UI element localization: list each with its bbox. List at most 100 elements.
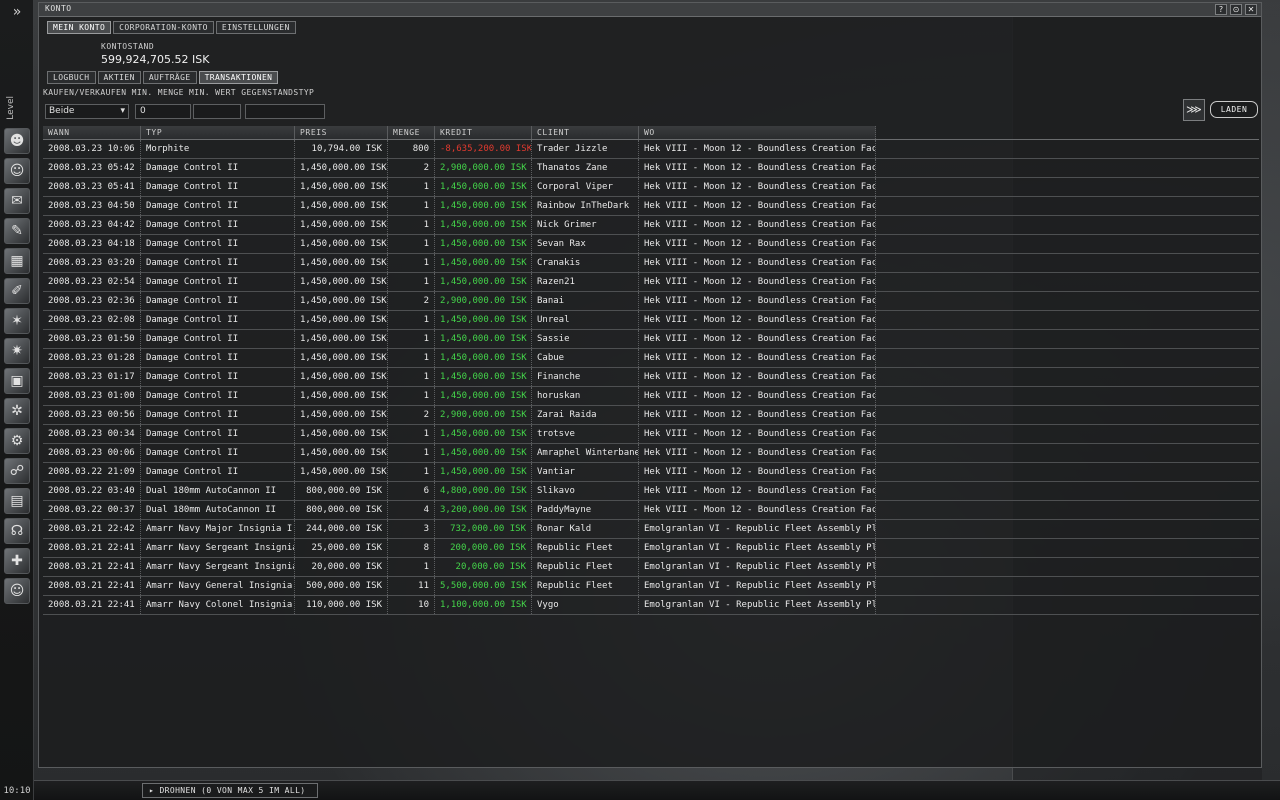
cell-credit: 4,800,000.00 ISK (435, 482, 532, 500)
cell-type: Dual 180mm AutoCannon II (141, 482, 295, 500)
table-row[interactable]: 2008.03.21 22:42 Amarr Navy Major Insigni… (43, 520, 1259, 539)
journal-icon[interactable]: ✐ (4, 278, 30, 304)
map-icon[interactable]: ▦ (4, 248, 30, 274)
column-header-client[interactable]: CLIENT (532, 126, 639, 139)
table-row[interactable]: 2008.03.23 01:50 Damage Control II 1,450,0… (43, 330, 1259, 349)
cell-where: Hek VIII - Moon 12 - Boundless Creation … (639, 178, 876, 196)
contacts-icon[interactable]: ☺ (4, 578, 30, 604)
table-row[interactable]: 2008.03.23 03:20 Damage Control II 1,450,0… (43, 254, 1259, 273)
table-row[interactable]: 2008.03.23 00:06 Damage Control II 1,450,0… (43, 444, 1259, 463)
table-row[interactable]: 2008.03.23 05:41 Damage Control II 1,450,0… (43, 178, 1259, 197)
cell-client: Republic Fleet (532, 539, 639, 557)
people-icon[interactable]: ☺ (4, 158, 30, 184)
table-row[interactable]: 2008.03.23 00:34 Damage Control II 1,450,0… (43, 425, 1259, 444)
table-row[interactable]: 2008.03.23 02:36 Damage Control II 1,450,0… (43, 292, 1259, 311)
column-header-type[interactable]: TYP (141, 126, 295, 139)
table-row[interactable]: 2008.03.23 02:54 Damage Control II 1,450,0… (43, 273, 1259, 292)
cell-client: Sassie (532, 330, 639, 348)
column-header-price[interactable]: PREIS (295, 126, 388, 139)
table-row[interactable]: 2008.03.22 03:40 Dual 180mm AutoCannon II… (43, 482, 1259, 501)
table-body: 2008.03.23 10:06 Morphite 10,794.00 ISK 800… (43, 140, 1259, 615)
row-spacer (876, 140, 1259, 158)
tab-journal[interactable]: LOGBUCH (47, 71, 96, 84)
cell-when: 2008.03.21 22:41 (43, 558, 141, 576)
row-spacer (876, 425, 1259, 443)
table-row[interactable]: 2008.03.22 21:09 Damage Control II 1,450,0… (43, 463, 1259, 482)
cell-qty: 1 (388, 178, 435, 196)
table-row[interactable]: 2008.03.23 02:08 Damage Control II 1,450,0… (43, 311, 1259, 330)
table-row[interactable]: 2008.03.23 10:06 Morphite 10,794.00 ISK 800… (43, 140, 1259, 159)
table-row[interactable]: 2008.03.23 04:18 Damage Control II 1,450,0… (43, 235, 1259, 254)
table-row[interactable]: 2008.03.23 00:56 Damage Control II 1,450,0… (43, 406, 1259, 425)
tab-shares[interactable]: AKTIEN (97, 71, 141, 84)
drones-panel-header[interactable]: ▸ DROHNEN (0 VON MAX 5 IM ALL) (142, 783, 318, 798)
window-titlebar[interactable]: KONTO ? ⊙ ✕ (39, 3, 1261, 17)
column-header-qty[interactable]: MENGE (388, 126, 435, 139)
cell-type: Damage Control II (141, 463, 295, 481)
cell-type: Damage Control II (141, 216, 295, 234)
close-icon[interactable]: ✕ (1245, 4, 1257, 15)
table-row[interactable]: 2008.03.21 22:41 Amarr Navy General Insig… (43, 577, 1259, 596)
market-icon[interactable]: ☍ (4, 458, 30, 484)
column-header-when[interactable]: WANN (43, 126, 141, 139)
scanner-icon[interactable]: ✷ (4, 338, 30, 364)
table-row[interactable]: 2008.03.21 22:41 Amarr Navy Colonel Insig… (43, 596, 1259, 615)
cell-price: 500,000.00 ISK (295, 577, 388, 595)
table-row[interactable]: 2008.03.21 22:41 Amarr Navy Sergeant Insi… (43, 539, 1259, 558)
notepad-icon[interactable]: ✎ (4, 218, 30, 244)
cell-credit: 20,000.00 ISK (435, 558, 532, 576)
cell-price: 1,450,000.00 ISK (295, 387, 388, 405)
cell-where: Hek VIII - Moon 12 - Boundless Creation … (639, 349, 876, 367)
voice-icon[interactable]: ☊ (4, 518, 30, 544)
fitting-icon[interactable]: ⚙ (4, 428, 30, 454)
filter-label: KAUFEN/VERKAUFEN MIN. MENGE MIN. WERT GE… (43, 88, 315, 97)
cell-when: 2008.03.23 01:50 (43, 330, 141, 348)
skills-icon[interactable]: ✲ (4, 398, 30, 424)
cell-when: 2008.03.21 22:41 (43, 577, 141, 595)
column-header-credit[interactable]: KREDIT (435, 126, 532, 139)
table-row[interactable]: 2008.03.23 01:17 Damage Control II 1,450,0… (43, 368, 1259, 387)
item-type-input[interactable] (245, 104, 325, 119)
cell-type: Damage Control II (141, 406, 295, 424)
level-label: Level (6, 96, 16, 120)
table-row[interactable]: 2008.03.23 04:50 Damage Control II 1,450,0… (43, 197, 1259, 216)
tab-my-wallet[interactable]: MEIN KONTO (47, 21, 112, 34)
minimize-icon[interactable]: ⊙ (1230, 4, 1242, 15)
character-sheet-icon[interactable]: ☻ (4, 128, 30, 154)
cell-where: Emolgranlan VI - Republic Fleet Assembly… (639, 520, 876, 538)
min-qty-input[interactable]: 0 (135, 104, 191, 119)
table-header: WANN TYP PREIS MENGE KREDIT CLIENT WO (43, 126, 1259, 140)
help-icon[interactable]: ? (1215, 4, 1227, 15)
cell-client: Vantiar (532, 463, 639, 481)
table-row[interactable]: 2008.03.23 04:42 Damage Control II 1,450,0… (43, 216, 1259, 235)
cell-when: 2008.03.23 01:17 (43, 368, 141, 386)
load-button[interactable]: LADEN (1210, 101, 1258, 118)
min-value-input[interactable] (193, 104, 241, 119)
help-icon[interactable]: ✚ (4, 548, 30, 574)
cell-qty: 2 (388, 292, 435, 310)
tab-transactions[interactable]: TRANSAKTIONEN (198, 71, 279, 84)
buy-sell-select[interactable]: Beide ▾ (45, 104, 129, 119)
cell-qty: 800 (388, 140, 435, 158)
table-row[interactable]: 2008.03.23 01:00 Damage Control II 1,450,0… (43, 387, 1259, 406)
cell-where: Hek VIII - Moon 12 - Boundless Creation … (639, 406, 876, 424)
expand-sidebar-icon[interactable]: » (0, 4, 34, 24)
mail-icon[interactable]: ✉ (4, 188, 30, 214)
news-icon[interactable]: ▤ (4, 488, 30, 514)
table-row[interactable]: 2008.03.23 01:28 Damage Control II 1,450,0… (43, 349, 1259, 368)
cell-price: 10,794.00 ISK (295, 140, 388, 158)
table-row[interactable]: 2008.03.21 22:41 Amarr Navy Sergeant Insi… (43, 558, 1259, 577)
table-row[interactable]: 2008.03.22 00:37 Dual 180mm AutoCannon II… (43, 501, 1259, 520)
tab-corporation-wallet[interactable]: CORPORATION-KONTO (113, 21, 214, 34)
tab-settings[interactable]: EINSTELLUNGEN (215, 21, 296, 34)
cell-qty: 1 (388, 368, 435, 386)
assets-icon[interactable]: ▣ (4, 368, 30, 394)
tab-orders[interactable]: AUFTRÄGE (142, 71, 197, 84)
table-row[interactable]: 2008.03.23 05:42 Damage Control II 1,450,0… (43, 159, 1259, 178)
cell-qty: 10 (388, 596, 435, 614)
market-details-icon[interactable]: ⋙ (1183, 99, 1205, 121)
cell-price: 110,000.00 ISK (295, 596, 388, 614)
cell-qty: 1 (388, 273, 435, 291)
column-header-where[interactable]: WO (639, 126, 876, 139)
starmap-icon[interactable]: ✶ (4, 308, 30, 334)
